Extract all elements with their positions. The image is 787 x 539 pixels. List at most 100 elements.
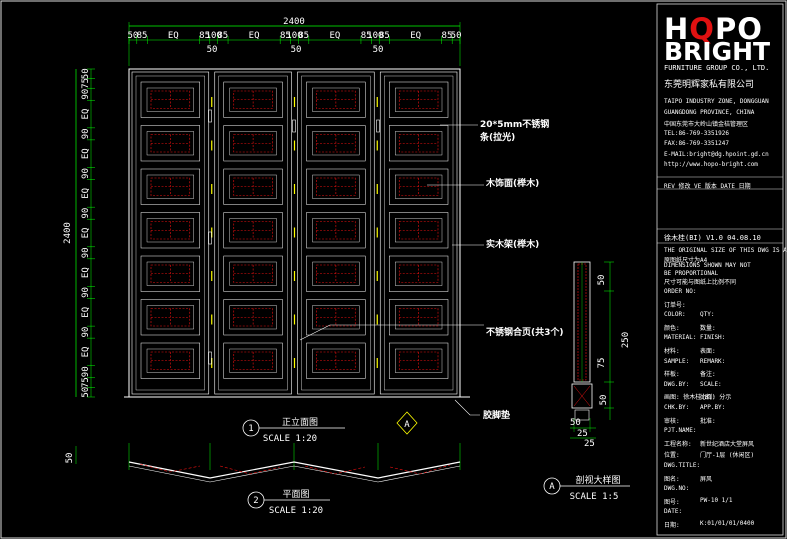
left-dim-label: EQ [81,307,91,318]
detail-caption: A 剖视大样图 SCALE 1:5 [543,474,630,502]
field-value: APP.BY: [700,404,726,411]
detail-dim-bottom-2: 25 [577,429,588,439]
panel-cell [389,81,449,118]
detail-caption-title: 剖视大样图 [575,474,620,486]
field-label: COLOR: [664,311,686,319]
detail-dim-1: 50 [597,275,607,286]
plan-caption-number: 2 [253,496,258,506]
elevation-caption-number: 1 [248,424,253,434]
left-dim-label: 90 [81,247,91,258]
plan-caption: 2 平面图 SCALE 1:20 [247,489,330,516]
address-line: http://www.hopo-bright.com [664,161,758,168]
left-dim-label: 50 [81,68,91,79]
top-dim-label: EQ [249,31,260,41]
top-dim-sub-label: 50 [291,45,302,55]
hinge-mark [292,119,296,133]
panel-cell [306,342,366,379]
field-value: 门厅-1层 (休闲区) [700,452,755,460]
label-wood-face: 木饰面(榉木) [486,179,540,189]
field-label: DWG.TITLE: [664,462,701,469]
panel-cell [389,255,449,292]
field-label: ORDER NO: [664,288,697,295]
left-dim-label: 90 [81,89,91,100]
detail-dim-bottom-1: 50 [570,418,581,428]
company-en: FURNITURE GROUP CO., LTD. [664,64,770,72]
field-value: 表面: [700,348,716,355]
front-elevation: 2400 5085 EQ 8510085 EQ 8510085 EQ 8510085 EQ 85… [63,17,470,398]
field-value: PW-10 1/1 [700,496,733,504]
plan-dim-left: 50 [65,453,75,464]
field-label: SAMPLE: [664,357,690,365]
panel-cell [306,255,366,292]
left-dim-label: 90 [81,366,91,377]
field-label: 工程名称: [664,440,692,448]
panel-cell [223,342,283,379]
field-value: 新世纪酒店大堂屏风 [700,440,755,448]
field-label: 图号: [664,498,680,506]
panel-cell [306,125,366,162]
field-label: 审核: [664,417,680,425]
leader-lines [299,124,484,416]
left-dim-label: EQ [81,347,91,358]
panel-cell [140,212,200,249]
left-dim-label: 50 [81,387,91,398]
label-solid-frame: 实木架(榉木) [486,240,540,250]
label-stainless-strip: 20*5mm不锈钢 [480,120,550,130]
detail-dim-4: 50 [599,395,609,406]
field-label: MATERIAL: [664,334,697,342]
field-label: PJT.NAME: [664,427,697,435]
top-dim-label: 85 [379,31,390,41]
address-line: TAIPO INDUSTRY ZONE, DONGGUAN [664,98,769,105]
field-value: K:01/01/01/0400 [700,520,755,527]
panel-cell [140,299,200,336]
label-hinge: 不锈钢合页(共3个) [486,328,564,338]
top-dim-label: 85 [137,31,148,41]
left-dim-label: 90 [81,287,91,298]
top-dim-label: 85 [298,31,309,41]
overall-height-dim: 2400 [63,222,73,244]
field-label: DWG.BY: [664,380,690,388]
note-line: DIMENSIONS SHOWN MAY NOT [664,262,751,269]
field-value: 屏风 [700,475,713,483]
note-line: 尺寸可能与图纸上比例不同 [664,279,737,286]
field-label: 图名: [664,475,680,483]
elevation-caption-scale: SCALE 1:20 [263,434,317,444]
field-label: DWG.NO: [664,485,690,493]
field-label: 材料: [664,348,680,355]
panel-cell [306,212,366,249]
left-dim-label: EQ [81,267,91,278]
panel-cell [223,299,283,336]
detail-dim-3: 75 [597,358,607,369]
field-value: 数量: [700,324,716,332]
company-cn: 东莞明辉家私有限公司 [664,80,755,90]
address-line: TEL:86-769-3351926 [664,129,730,137]
left-dim-label: EQ [81,109,91,120]
panel-cell [140,81,200,118]
field-label: DATE: [664,508,683,516]
left-dim-label: EQ [81,188,91,199]
plan-view: 50 [65,443,461,483]
screen-leaf [214,71,292,395]
field-label: 颜色: [664,324,680,332]
top-dim-label: EQ [410,31,421,41]
top-dim-label: EQ [329,31,340,41]
left-dim-label: 90 [81,128,91,139]
field-label: CHK.BY: [664,404,690,411]
left-dim-label: 75 [81,78,91,89]
section-marker-label: A [404,420,410,430]
panel-cell [389,168,449,205]
address-line: FAX:86-769-3351247 [664,140,730,147]
panel-cell [389,299,449,336]
logo-bottom: BRIGHT [664,37,771,66]
detail-dim-bottom-3: 25 [584,439,595,449]
panel-cell [389,125,449,162]
address-line: 中国东莞市大岭山镇金桔管理区 [664,121,749,128]
top-dim-sub-label: 50 [207,45,218,55]
left-dim-label: 75 [81,377,91,388]
panel-cell [140,255,200,292]
label-rubber-pad: 胶脚垫 [483,411,511,421]
panel-cell [223,81,283,118]
left-dim-label: 90 [81,327,91,338]
field-value: 批准: [700,417,716,425]
note-line: BE PROPORTIONAL [664,269,719,277]
